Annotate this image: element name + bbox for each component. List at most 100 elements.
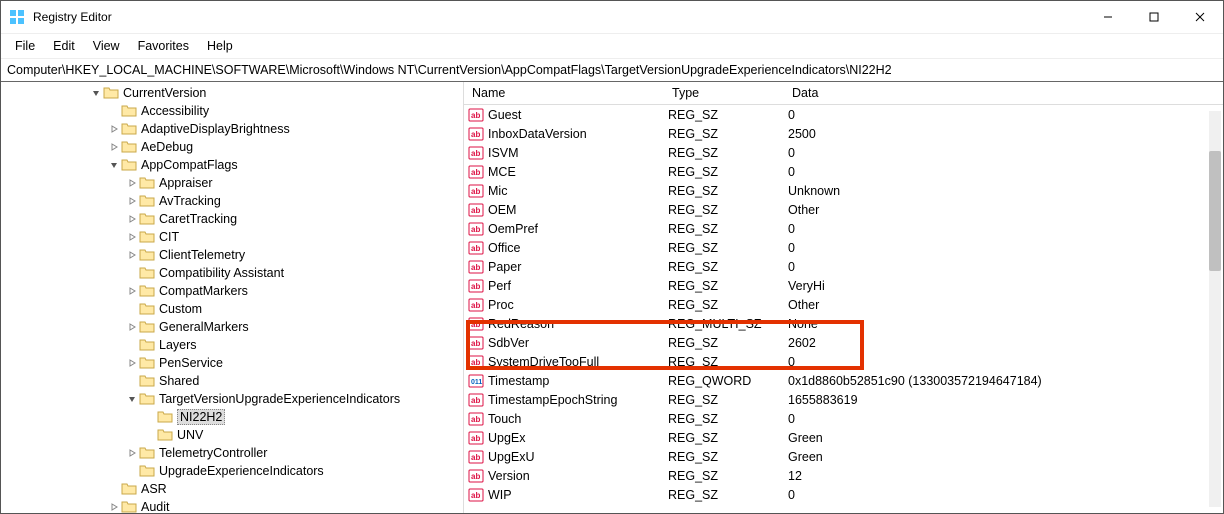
menu-favorites[interactable]: Favorites xyxy=(130,37,197,55)
tree-adaptivedisplaybrightness[interactable]: AdaptiveDisplayBrightness xyxy=(3,120,463,138)
expand-icon[interactable] xyxy=(107,142,121,152)
value-row[interactable]: abUpgExUREG_SZGreen xyxy=(464,447,1223,466)
tree-layers[interactable]: Layers xyxy=(3,336,463,354)
value-row[interactable]: abSdbVerREG_SZ2602 xyxy=(464,333,1223,352)
body-split: CurrentVersionAccessibilityAdaptiveDispl… xyxy=(1,82,1223,513)
tree-generalmarkers[interactable]: GeneralMarkers xyxy=(3,318,463,336)
expand-icon[interactable] xyxy=(125,394,139,404)
value-row[interactable]: abUpgExREG_SZGreen xyxy=(464,428,1223,447)
folder-icon xyxy=(121,499,137,513)
svg-text:ab: ab xyxy=(471,396,480,405)
col-header-name[interactable]: Name xyxy=(464,86,672,100)
value-row[interactable]: abRedReasonREG_MULTI_SZNone xyxy=(464,314,1223,333)
tree-clienttelemetry[interactable]: ClientTelemetry xyxy=(3,246,463,264)
expand-icon[interactable] xyxy=(125,214,139,224)
value-row[interactable]: abISVMREG_SZ0 xyxy=(464,143,1223,162)
menu-help[interactable]: Help xyxy=(199,37,241,55)
value-row[interactable]: abPerfREG_SZVeryHi xyxy=(464,276,1223,295)
value-row[interactable]: abMicREG_SZUnknown xyxy=(464,181,1223,200)
expand-icon[interactable] xyxy=(89,88,103,98)
minimize-button[interactable] xyxy=(1085,1,1131,33)
tree-compatibility-assistant[interactable]: Compatibility Assistant xyxy=(3,264,463,282)
value-name: Guest xyxy=(488,108,521,122)
value-row[interactable]: abMCEREG_SZ0 xyxy=(464,162,1223,181)
value-data: 0 xyxy=(788,146,1223,160)
expand-icon[interactable] xyxy=(125,358,139,368)
value-row[interactable]: abInboxDataVersionREG_SZ2500 xyxy=(464,124,1223,143)
tree-accessibility[interactable]: Accessibility xyxy=(3,102,463,120)
expand-icon[interactable] xyxy=(125,448,139,458)
expand-icon[interactable] xyxy=(125,196,139,206)
menu-view[interactable]: View xyxy=(85,37,128,55)
value-row[interactable]: abTimestampEpochStringREG_SZ1655883619 xyxy=(464,390,1223,409)
tree-pane[interactable]: CurrentVersionAccessibilityAdaptiveDispl… xyxy=(1,82,464,513)
tree-asr[interactable]: ASR xyxy=(3,480,463,498)
value-row[interactable]: abTouchREG_SZ0 xyxy=(464,409,1223,428)
value-name: MCE xyxy=(488,165,516,179)
svg-text:ab: ab xyxy=(471,206,480,215)
tree-currentversion[interactable]: CurrentVersion xyxy=(3,84,463,102)
expand-icon[interactable] xyxy=(125,232,139,242)
col-header-data[interactable]: Data xyxy=(792,86,1223,100)
tree-label: Audit xyxy=(141,500,170,513)
expand-icon[interactable] xyxy=(125,250,139,260)
address-bar[interactable]: Computer\HKEY_LOCAL_MACHINE\SOFTWARE\Mic… xyxy=(1,59,1223,82)
tree-penservice[interactable]: PenService xyxy=(3,354,463,372)
svg-text:ab: ab xyxy=(471,434,480,443)
value-row[interactable]: abVersionREG_SZ12 xyxy=(464,466,1223,485)
col-header-type[interactable]: Type xyxy=(672,86,792,100)
tree-label: AvTracking xyxy=(159,194,221,208)
value-row[interactable]: 011TimestampREG_QWORD0x1d8860b52851c90 (… xyxy=(464,371,1223,390)
menu-edit[interactable]: Edit xyxy=(45,37,83,55)
tree-telemetrycontroller[interactable]: TelemetryController xyxy=(3,444,463,462)
maximize-button[interactable] xyxy=(1131,1,1177,33)
expand-icon[interactable] xyxy=(125,286,139,296)
tree-tvuei[interactable]: TargetVersionUpgradeExperienceIndicators xyxy=(3,390,463,408)
expand-icon[interactable] xyxy=(107,160,121,170)
folder-icon xyxy=(139,337,155,353)
value-type: REG_SZ xyxy=(668,450,788,464)
tree-label: CIT xyxy=(159,230,179,244)
tree-appcompatflags[interactable]: AppCompatFlags xyxy=(3,156,463,174)
tree-cit[interactable]: CIT xyxy=(3,228,463,246)
reg-string-icon: ab xyxy=(468,126,484,142)
folder-icon xyxy=(121,103,137,119)
value-row[interactable]: abProcREG_SZOther xyxy=(464,295,1223,314)
value-row[interactable]: abOEMREG_SZOther xyxy=(464,200,1223,219)
value-pane: Name Type Data abGuestREG_SZ0abInboxData… xyxy=(464,82,1223,513)
close-button[interactable] xyxy=(1177,1,1223,33)
value-row[interactable]: abPaperREG_SZ0 xyxy=(464,257,1223,276)
value-row[interactable]: abGuestREG_SZ0 xyxy=(464,105,1223,124)
tree-label: UNV xyxy=(177,428,203,442)
expand-icon[interactable] xyxy=(107,502,121,512)
value-name: ISVM xyxy=(488,146,519,160)
menu-file[interactable]: File xyxy=(7,37,43,55)
svg-text:ab: ab xyxy=(471,358,480,367)
tree-compatmarkers[interactable]: CompatMarkers xyxy=(3,282,463,300)
tree-aedebug[interactable]: AeDebug xyxy=(3,138,463,156)
tree-avtracking[interactable]: AvTracking xyxy=(3,192,463,210)
tree-appraiser[interactable]: Appraiser xyxy=(3,174,463,192)
tree-shared[interactable]: Shared xyxy=(3,372,463,390)
tree-ni22h2[interactable]: NI22H2 xyxy=(3,408,463,426)
tree-label: CompatMarkers xyxy=(159,284,248,298)
tree-upgradeexperienceindicators[interactable]: UpgradeExperienceIndicators xyxy=(3,462,463,480)
expand-icon[interactable] xyxy=(125,178,139,188)
value-name: UpgExU xyxy=(488,450,535,464)
value-row[interactable]: abOfficeREG_SZ0 xyxy=(464,238,1223,257)
tree-carettracking[interactable]: CaretTracking xyxy=(3,210,463,228)
value-data: 12 xyxy=(788,469,1223,483)
value-type: REG_SZ xyxy=(668,336,788,350)
title-bar[interactable]: Registry Editor xyxy=(1,1,1223,34)
window-title: Registry Editor xyxy=(33,10,1085,24)
value-name: TimestampEpochString xyxy=(488,393,617,407)
value-list[interactable]: abGuestREG_SZ0abInboxDataVersionREG_SZ25… xyxy=(464,105,1223,513)
tree-unv[interactable]: UNV xyxy=(3,426,463,444)
tree-custom[interactable]: Custom xyxy=(3,300,463,318)
expand-icon[interactable] xyxy=(125,322,139,332)
value-row[interactable]: abSystemDriveTooFullREG_SZ0 xyxy=(464,352,1223,371)
expand-icon[interactable] xyxy=(107,124,121,134)
value-row[interactable]: abWIPREG_SZ0 xyxy=(464,485,1223,504)
tree-audit[interactable]: Audit xyxy=(3,498,463,513)
value-row[interactable]: abOemPrefREG_SZ0 xyxy=(464,219,1223,238)
